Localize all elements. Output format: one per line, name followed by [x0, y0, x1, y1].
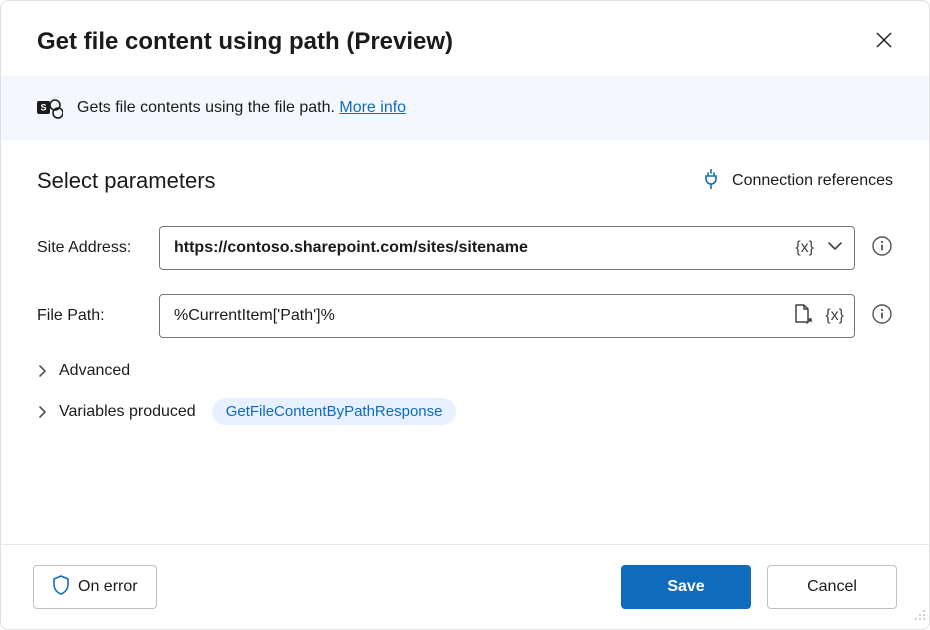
file-path-info-button[interactable] [871, 303, 893, 330]
params-header: Select parameters Connection references [37, 168, 893, 194]
on-error-label: On error [78, 578, 138, 596]
site-address-row: Site Address: {x} [37, 226, 893, 270]
dialog-title: Get file content using path (Preview) [37, 28, 453, 56]
site-address-label: Site Address: [37, 239, 143, 257]
cancel-button[interactable]: Cancel [767, 565, 897, 609]
plug-icon [702, 169, 720, 194]
file-path-row: File Path: {x} [37, 294, 893, 338]
chevron-right-icon [37, 365, 49, 377]
site-address-input-wrap[interactable]: {x} [159, 226, 855, 270]
file-path-input-wrap[interactable]: {x} [159, 294, 855, 338]
site-address-dropdown-button[interactable] [824, 235, 846, 262]
footer-actions: Save Cancel [621, 565, 897, 609]
advanced-expander[interactable]: Advanced [37, 362, 893, 380]
advanced-label: Advanced [59, 362, 130, 380]
on-error-button[interactable]: On error [33, 565, 157, 609]
variable-icon: {x} [825, 307, 844, 325]
variables-produced-label: Variables produced [59, 403, 196, 421]
chevron-right-icon [37, 406, 49, 418]
close-icon [875, 31, 893, 52]
close-button[interactable] [871, 27, 897, 56]
svg-text:S: S [40, 103, 46, 113]
chevron-down-icon [826, 237, 844, 260]
variables-produced-expander[interactable]: Variables produced GetFileContentByPathR… [37, 398, 893, 425]
variable-icon: {x} [795, 239, 814, 257]
dialog-body: Select parameters Connection references … [1, 140, 929, 544]
file-path-input[interactable] [174, 307, 783, 325]
connection-references-label: Connection references [732, 172, 893, 190]
sharepoint-connector-icon: S [37, 96, 63, 120]
info-banner: S Gets file contents using the file path… [1, 76, 929, 140]
file-path-label: File Path: [37, 307, 143, 325]
variable-picker-button[interactable]: {x} [793, 237, 816, 259]
save-button[interactable]: Save [621, 565, 751, 609]
dialog-footer: On error Save Cancel [1, 544, 929, 629]
site-address-info-button[interactable] [871, 235, 893, 262]
info-icon [871, 303, 893, 330]
variable-output-badge[interactable]: GetFileContentByPathResponse [212, 398, 457, 425]
site-address-input[interactable] [174, 239, 785, 257]
more-info-link[interactable]: More info [339, 99, 406, 116]
shield-icon [52, 575, 70, 600]
select-parameters-title: Select parameters [37, 168, 216, 194]
file-picker-button[interactable] [791, 301, 815, 332]
banner-text: Gets file contents using the file path. … [77, 99, 406, 117]
file-select-icon [793, 303, 813, 330]
info-icon [871, 235, 893, 262]
variable-picker-button[interactable]: {x} [823, 305, 846, 327]
dialog-header: Get file content using path (Preview) [1, 1, 929, 76]
banner-description: Gets file contents using the file path. [77, 99, 339, 116]
connection-references-button[interactable]: Connection references [702, 169, 893, 194]
dialog: Get file content using path (Preview) S … [0, 0, 930, 630]
